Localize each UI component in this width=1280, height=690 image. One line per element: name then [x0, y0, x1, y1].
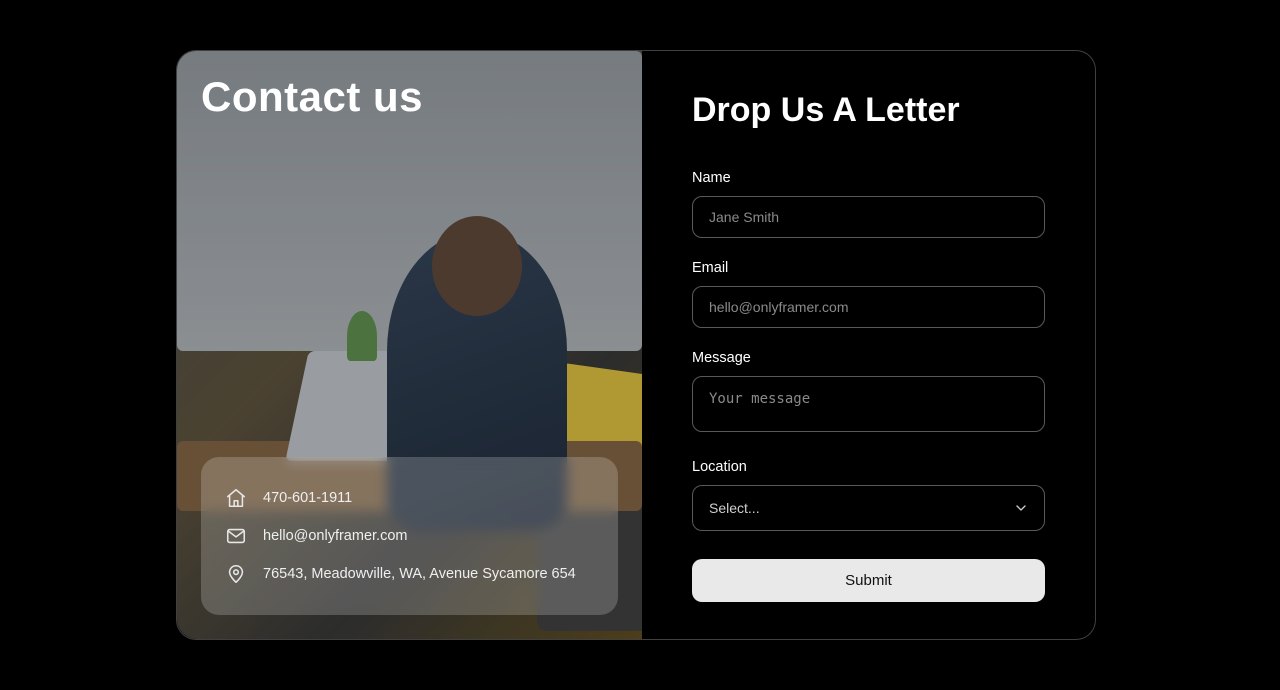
email-text: hello@onlyframer.com	[263, 528, 407, 544]
location-select[interactable]: Select...	[692, 485, 1045, 531]
location-field: Location Select...	[692, 459, 1045, 531]
location-label: Location	[692, 459, 1045, 475]
message-label: Message	[692, 350, 1045, 366]
message-field: Message	[692, 350, 1045, 437]
name-label: Name	[692, 170, 1045, 186]
email-field: Email	[692, 260, 1045, 328]
contact-details-card: 470-601-1911 hello@onlyframer.com 76543,…	[201, 457, 618, 615]
submit-button[interactable]: Submit	[692, 559, 1045, 602]
phone-text: 470-601-1911	[263, 490, 352, 506]
address-row: 76543, Meadowville, WA, Avenue Sycamore …	[225, 555, 594, 593]
contact-card: Contact us 470-601-1911 hello@onlyframer…	[176, 50, 1096, 640]
contact-form-panel: Drop Us A Letter Name Email Message Loca…	[642, 51, 1095, 639]
mail-icon	[225, 525, 247, 547]
email-label: Email	[692, 260, 1045, 276]
home-icon	[225, 487, 247, 509]
form-title: Drop Us A Letter	[692, 91, 1045, 130]
name-field: Name	[692, 170, 1045, 238]
location-pin-icon	[225, 563, 247, 585]
address-text: 76543, Meadowville, WA, Avenue Sycamore …	[263, 566, 576, 582]
contact-info-panel: Contact us 470-601-1911 hello@onlyframer…	[177, 51, 642, 639]
message-input[interactable]	[692, 376, 1045, 432]
contact-title: Contact us	[201, 73, 423, 121]
name-input[interactable]	[692, 196, 1045, 238]
email-row: hello@onlyframer.com	[225, 517, 594, 555]
phone-row: 470-601-1911	[225, 479, 594, 517]
email-input[interactable]	[692, 286, 1045, 328]
